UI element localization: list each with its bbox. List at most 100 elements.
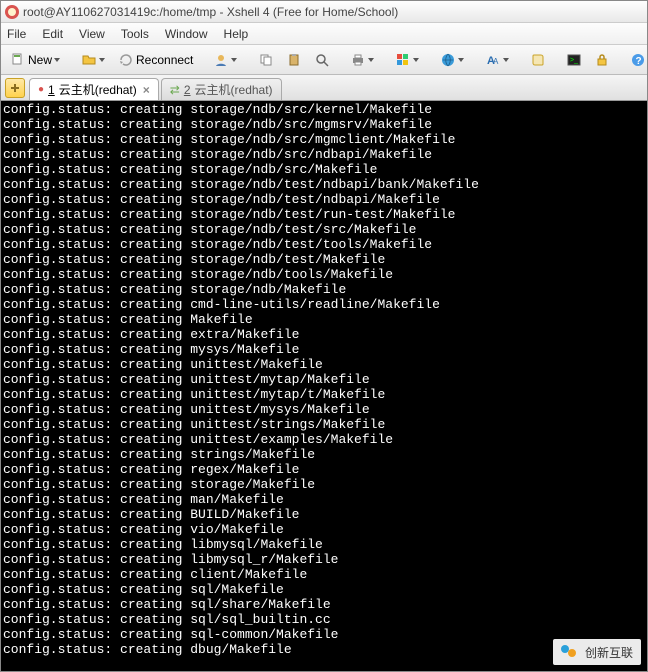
script-icon [530, 52, 546, 68]
terminal-line: config.status: creating unittest/example… [3, 432, 645, 447]
dropdown-icon [54, 52, 61, 68]
terminal-line: config.status: creating man/Makefile [3, 492, 645, 507]
terminal-line: config.status: creating storage/ndb/Make… [3, 282, 645, 297]
menu-tools[interactable]: Tools [121, 27, 149, 41]
terminal-line: config.status: creating storage/Makefile [3, 477, 645, 492]
close-icon[interactable]: × [143, 83, 150, 97]
terminal-line: config.status: creating libmysql/Makefil… [3, 537, 645, 552]
terminal-line: config.status: creating vio/Makefile [3, 522, 645, 537]
open-button[interactable] [76, 48, 111, 72]
copy-button[interactable] [253, 48, 279, 72]
terminal-line: config.status: creating storage/ndb/src/… [3, 147, 645, 162]
watermark-text: 创新互联 [585, 644, 633, 661]
terminal-line: config.status: creating sql/share/Makefi… [3, 597, 645, 612]
terminal-line: config.status: creating unittest/strings… [3, 417, 645, 432]
globe-button[interactable] [435, 48, 470, 72]
plus-icon [10, 83, 20, 93]
terminal-line: config.status: creating cmd-line-utils/r… [3, 297, 645, 312]
terminal-line: config.status: creating sql-common/Makef… [3, 627, 645, 642]
profile-button[interactable] [208, 48, 243, 72]
terminal-line: config.status: creating storage/ndb/test… [3, 177, 645, 192]
dropdown-icon [231, 52, 238, 68]
terminal-line: config.status: creating storage/ndb/test… [3, 192, 645, 207]
lock-icon [594, 52, 610, 68]
watermark-logo-icon [561, 643, 579, 661]
dropdown-icon [368, 52, 375, 68]
terminal-line: config.status: creating unittest/mytap/M… [3, 372, 645, 387]
print-button[interactable] [345, 48, 380, 72]
palette-icon [395, 52, 411, 68]
title-bar: root@AY110627031419c:/home/tmp - Xshell … [1, 1, 647, 23]
watermark: 创新互联 [553, 639, 641, 665]
tab-label: 云主机(redhat) [59, 81, 137, 98]
tab-bar: ● 1 云主机(redhat) × ⇄ 2 云主机(redhat) [1, 75, 647, 101]
tab-index: 2 [184, 83, 191, 97]
window-title: root@AY110627031419c:/home/tmp - Xshell … [23, 5, 398, 19]
color-button[interactable] [390, 48, 425, 72]
terminal-line: config.status: creating storage/ndb/test… [3, 237, 645, 252]
terminal-line: config.status: creating storage/ndb/src/… [3, 102, 645, 117]
dropdown-icon [99, 52, 106, 68]
search-icon [314, 52, 330, 68]
terminal-line: config.status: creating strings/Makefile [3, 447, 645, 462]
terminal-line: config.status: creating sql/Makefile [3, 582, 645, 597]
copy-icon [258, 52, 274, 68]
terminal-line: config.status: creating unittest/mysys/M… [3, 402, 645, 417]
terminal-line: config.status: creating dbug/Makefile [3, 642, 645, 657]
new-file-icon [10, 52, 26, 68]
svg-text:?: ? [636, 56, 642, 67]
menu-edit[interactable]: Edit [42, 27, 63, 41]
terminal-line: config.status: creating storage/ndb/tool… [3, 267, 645, 282]
script-button[interactable] [525, 48, 551, 72]
new-label: New [28, 53, 52, 67]
menu-file[interactable]: File [7, 27, 26, 41]
bullet-icon: ● [38, 84, 44, 95]
terminal-line: config.status: creating client/Makefile [3, 567, 645, 582]
folder-icon [81, 52, 97, 68]
terminal-line: config.status: creating extra/Makefile [3, 327, 645, 342]
reconnect-button[interactable]: Reconnect [113, 48, 198, 72]
dropdown-icon [413, 52, 420, 68]
terminal-line: config.status: creating libmysql_r/Makef… [3, 552, 645, 567]
find-button[interactable] [309, 48, 335, 72]
terminal-line: config.status: creating Makefile [3, 312, 645, 327]
menu-help[interactable]: Help [224, 27, 249, 41]
terminal-line: config.status: creating storage/ndb/test… [3, 207, 645, 222]
add-tab-button[interactable] [5, 78, 25, 98]
terminal-icon: >_ [566, 52, 582, 68]
new-button[interactable]: New [5, 48, 66, 72]
terminal-line: config.status: creating storage/ndb/src/… [3, 162, 645, 177]
terminal-button[interactable]: >_ [561, 48, 587, 72]
help-icon: ? [630, 52, 646, 68]
terminal-line: config.status: creating storage/ndb/test… [3, 252, 645, 267]
terminal-line: config.status: creating unittest/Makefil… [3, 357, 645, 372]
app-icon [5, 5, 19, 19]
dropdown-icon [458, 52, 465, 68]
profile-icon [213, 52, 229, 68]
tab-2[interactable]: ⇄ 2 云主机(redhat) [161, 78, 282, 100]
terminal-line: config.status: creating regex/Makefile [3, 462, 645, 477]
font-button[interactable]: AA [480, 48, 515, 72]
printer-icon [350, 52, 366, 68]
terminal-line: config.status: creating storage/ndb/src/… [3, 132, 645, 147]
menu-view[interactable]: View [79, 27, 105, 41]
menu-bar: File Edit View Tools Window Help [1, 23, 647, 45]
connect-icon: ⇄ [170, 83, 180, 97]
help-button[interactable]: ? [625, 48, 648, 72]
tab-1[interactable]: ● 1 云主机(redhat) × [29, 78, 159, 100]
paste-icon [286, 52, 302, 68]
terminal-line: config.status: creating storage/ndb/test… [3, 222, 645, 237]
reconnect-label: Reconnect [136, 53, 193, 67]
toolbar: New Reconnect AA >_ ? [1, 45, 647, 75]
lock-button[interactable] [589, 48, 615, 72]
terminal-output[interactable]: config.status: creating storage/ndb/src/… [1, 101, 647, 671]
svg-text:>_: >_ [570, 57, 578, 64]
globe-icon [440, 52, 456, 68]
terminal-line: config.status: creating sql/sql_builtin.… [3, 612, 645, 627]
menu-window[interactable]: Window [165, 27, 208, 41]
terminal-line: config.status: creating unittest/mytap/t… [3, 387, 645, 402]
terminal-line: config.status: creating mysys/Makefile [3, 342, 645, 357]
paste-button[interactable] [281, 48, 307, 72]
tab-label: 云主机(redhat) [195, 81, 273, 98]
font-icon: AA [485, 52, 501, 68]
